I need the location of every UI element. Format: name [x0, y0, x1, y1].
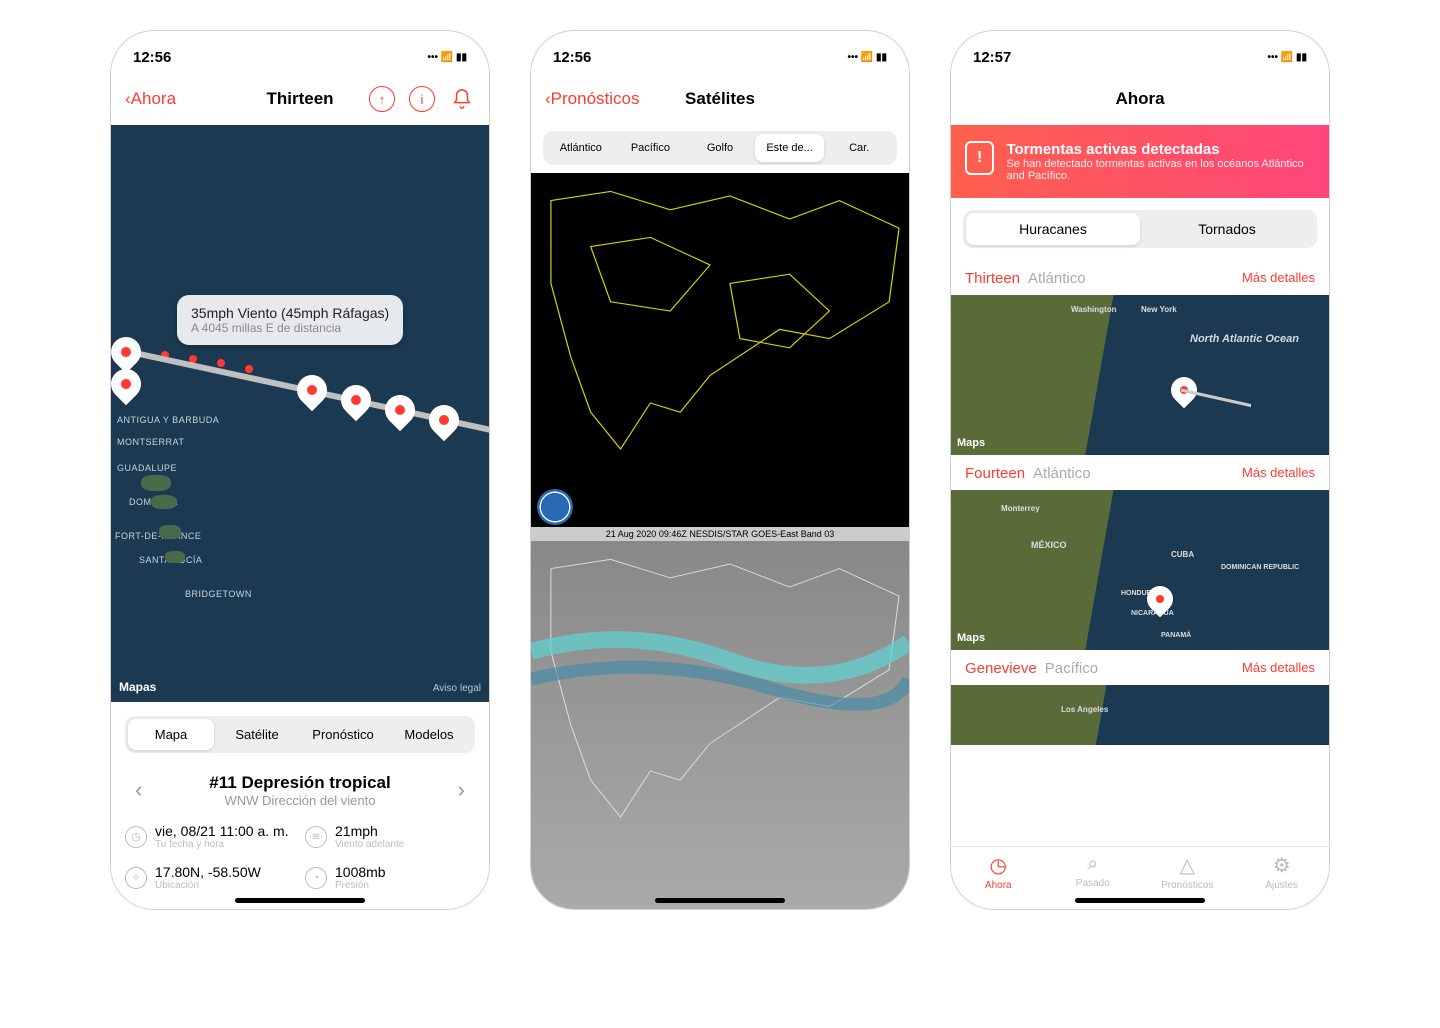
active-storms-alert[interactable]: ! Tormentas activas detectadas Se han de…: [951, 125, 1329, 198]
nav-bar: Ahora: [951, 73, 1329, 125]
seg-modelos[interactable]: Modelos: [386, 719, 472, 750]
back-button[interactable]: ‹ Pronósticos: [545, 89, 640, 109]
nav-bar: ‹ Ahora Thirteen ↑ i: [111, 73, 489, 125]
stat-location: ✧17.80N, -58.50WUbicación: [125, 864, 295, 891]
status-bar: 12:56 ••• 📶 ▮▮: [111, 31, 489, 73]
apple-maps-credit: Mapas: [119, 680, 156, 694]
clock-icon: ◷: [951, 853, 1046, 878]
tab-ajustes[interactable]: ⚙Ajustes: [1235, 853, 1330, 891]
gauge-icon: ◔: [305, 867, 327, 889]
storm-list[interactable]: Thirteen Atlántico Más detalles Washingto…: [951, 260, 1329, 846]
statusbar-indicators: ••• 📶 ▮▮: [847, 52, 887, 63]
home-indicator: [1075, 898, 1205, 903]
statusbar-time: 12:56: [553, 49, 591, 66]
storm-mini-map[interactable]: Washington New York North Atlantic Ocean…: [951, 295, 1329, 455]
tab-pronosticos[interactable]: △Pronósticos: [1140, 853, 1235, 891]
stat-time: ◷vie, 08/21 11:00 a. m.Tu fecha y hora: [125, 823, 295, 850]
more-details-link[interactable]: Más detalles: [1242, 660, 1315, 677]
info-icon[interactable]: i: [409, 86, 435, 112]
storm-row: Thirteen Atlántico Más detalles Washingto…: [951, 260, 1329, 455]
status-bar: 12:56 ••• 📶 ▮▮: [531, 31, 909, 73]
phone-screenshot-2: 12:56 ••• 📶 ▮▮ ‹ Pronósticos Satélites A…: [530, 30, 910, 910]
view-segmented-control: Mapa Satélite Pronóstico Modelos: [125, 716, 475, 753]
apple-maps-credit: Maps: [957, 632, 985, 644]
storm-name: Thirteen: [965, 270, 1020, 287]
storm-stats: ◷vie, 08/21 11:00 a. m.Tu fecha y hora ≋…: [125, 823, 475, 891]
stat-pressure: ◔1008mbPresión: [305, 864, 475, 891]
storm-row: Genevieve Pacífico Más detalles Los Angel…: [951, 650, 1329, 745]
seg-car[interactable]: Car.: [824, 134, 894, 162]
noaa-logo-icon: [537, 489, 573, 525]
seg-mapa[interactable]: Mapa: [128, 719, 214, 750]
prev-storm-button[interactable]: ‹: [125, 771, 152, 809]
storm-selector: ‹ #11 Depresión tropical WNW Dirección d…: [125, 771, 475, 809]
stat-wind: ≋21mphViento adelante: [305, 823, 475, 850]
storm-name: Fourteen: [965, 465, 1025, 482]
storm-mini-map[interactable]: MÉXICO Monterrey CUBA DOMINICAN REPUBLIC…: [951, 490, 1329, 650]
seg-este[interactable]: Este de...: [755, 134, 825, 162]
storm-ocean: Pacífico: [1045, 660, 1098, 677]
storm-name: #11 Depresión tropical: [209, 773, 390, 793]
storm-row: Fourteen Atlántico Más detalles MÉXICO Mo…: [951, 455, 1329, 650]
satellite-image-infrared[interactable]: [531, 541, 909, 909]
wind-icon: ≋: [305, 826, 327, 848]
storm-ocean: Atlántico: [1033, 465, 1091, 482]
next-storm-button[interactable]: ›: [448, 771, 475, 809]
legal-link[interactable]: Aviso legal: [433, 683, 481, 694]
storm-type-segmented-control: Huracanes Tornados: [963, 210, 1317, 248]
tab-ahora[interactable]: ◷Ahora: [951, 853, 1046, 891]
seg-satelite[interactable]: Satélite: [214, 719, 300, 750]
back-button[interactable]: ‹ Ahora: [125, 89, 176, 109]
statusbar-indicators: ••• 📶 ▮▮: [1267, 52, 1307, 63]
nav-bar: ‹ Pronósticos Satélites: [531, 73, 909, 125]
statusbar-time: 12:56: [133, 49, 171, 66]
storm-ocean: Atlántico: [1028, 270, 1086, 287]
statusbar-time: 12:57: [973, 49, 1011, 66]
seg-tornados[interactable]: Tornados: [1140, 213, 1314, 245]
storm-mini-map[interactable]: Los Angeles: [951, 685, 1329, 745]
alert-subtitle: Se han detectado tormentas activas en lo…: [1006, 158, 1315, 182]
satellite-caption: 21 Aug 2020 09:46Z NESDIS/STAR GOES-East…: [531, 527, 909, 541]
phone-screenshot-3: 12:57 ••• 📶 ▮▮ Ahora ! Tormentas activas…: [950, 30, 1330, 910]
seg-huracanes[interactable]: Huracanes: [966, 213, 1140, 245]
warning-icon: △: [1140, 853, 1235, 878]
clock-icon: ◷: [125, 826, 147, 848]
seg-pacifico[interactable]: Pacífico: [616, 134, 686, 162]
seg-atlantico[interactable]: Atlántico: [546, 134, 616, 162]
seg-golfo[interactable]: Golfo: [685, 134, 755, 162]
seg-pronostico[interactable]: Pronóstico: [300, 719, 386, 750]
more-details-link[interactable]: Más detalles: [1242, 270, 1315, 287]
storm-direction: WNW Dirección del viento: [209, 793, 390, 808]
page-title: Ahora: [951, 89, 1329, 109]
home-indicator: [235, 898, 365, 903]
phone-screenshot-1: 12:56 ••• 📶 ▮▮ ‹ Ahora Thirteen ↑ i ANTI…: [110, 30, 490, 910]
warning-icon: !: [965, 141, 994, 175]
tab-pasado[interactable]: ⌕Pasado: [1046, 853, 1141, 891]
home-indicator: [655, 898, 785, 903]
gear-icon: ⚙: [1235, 853, 1330, 878]
statusbar-indicators: ••• 📶 ▮▮: [427, 52, 467, 63]
storm-details-panel: Mapa Satélite Pronóstico Modelos ‹ #11 D…: [111, 702, 489, 909]
more-details-link[interactable]: Más detalles: [1242, 465, 1315, 482]
bell-icon[interactable]: [449, 86, 475, 112]
status-bar: 12:57 ••• 📶 ▮▮: [951, 31, 1329, 73]
search-icon: ⌕: [1046, 853, 1141, 876]
compass-icon: ✧: [125, 867, 147, 889]
satellite-image-visible[interactable]: 21 Aug 2020 09:46Z NESDIS/STAR GOES-East…: [531, 173, 909, 541]
share-icon[interactable]: ↑: [369, 86, 395, 112]
region-segmented-control: Atlántico Pacífico Golfo Este de... Car.: [543, 131, 897, 165]
satellite-images: 21 Aug 2020 09:46Z NESDIS/STAR GOES-East…: [531, 173, 909, 909]
alert-title: Tormentas activas detectadas: [1006, 141, 1315, 158]
storm-name: Genevieve: [965, 660, 1037, 677]
storm-track-map[interactable]: ANTIGUA Y BARBUDA MONTSERRAT GUADALUPE D…: [111, 125, 489, 702]
